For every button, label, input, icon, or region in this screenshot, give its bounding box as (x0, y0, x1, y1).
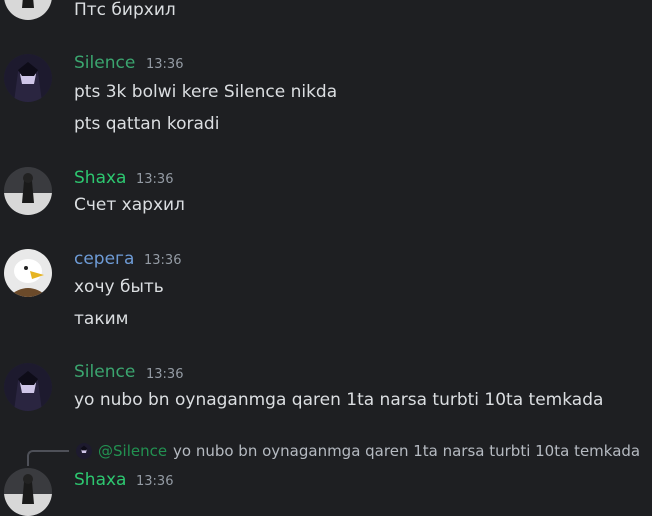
message-text: Счет хархил (74, 195, 185, 215)
message-text: хочу быть (74, 277, 164, 297)
message-text: pts qattan koradi (74, 114, 220, 134)
username-shaxa[interactable]: Shaxa (74, 470, 126, 490)
reply-mention[interactable]: @Silence (98, 442, 167, 460)
message-text: pts 3k bolwi kere Silence nikda (74, 82, 338, 102)
reply-preview-text[interactable]: yo nubo bn oynaganmga qaren 1ta narsa tu… (173, 442, 640, 460)
avatar-shaxa[interactable] (4, 0, 52, 20)
username-shaxa[interactable]: Shaxa (74, 168, 126, 188)
avatar-silence[interactable] (4, 363, 52, 411)
message-text: таким (74, 309, 129, 329)
timestamp: 13:36 (146, 57, 184, 72)
chat-messages: Птс бирхил Silence 13:36 pts 3k bolwi ke… (0, 0, 652, 516)
timestamp: 13:36 (136, 172, 174, 187)
message-text: Птс бирхил (74, 0, 176, 20)
avatar-shaxa[interactable] (4, 468, 52, 516)
reply-avatar-silence[interactable] (76, 443, 92, 459)
avatar-shaxa[interactable] (4, 167, 52, 215)
timestamp: 13:36 (146, 367, 184, 382)
avatar-serega[interactable] (4, 249, 52, 297)
avatar-silence[interactable] (4, 54, 52, 102)
username-serega[interactable]: серега (74, 249, 134, 269)
username-silence[interactable]: Silence (74, 53, 135, 73)
reply-connector (27, 450, 69, 466)
username-silence[interactable]: Silence (74, 362, 135, 382)
message-text: yo nubo bn oynaganmga qaren 1ta narsa tu… (74, 390, 604, 410)
timestamp: 13:36 (144, 253, 182, 268)
